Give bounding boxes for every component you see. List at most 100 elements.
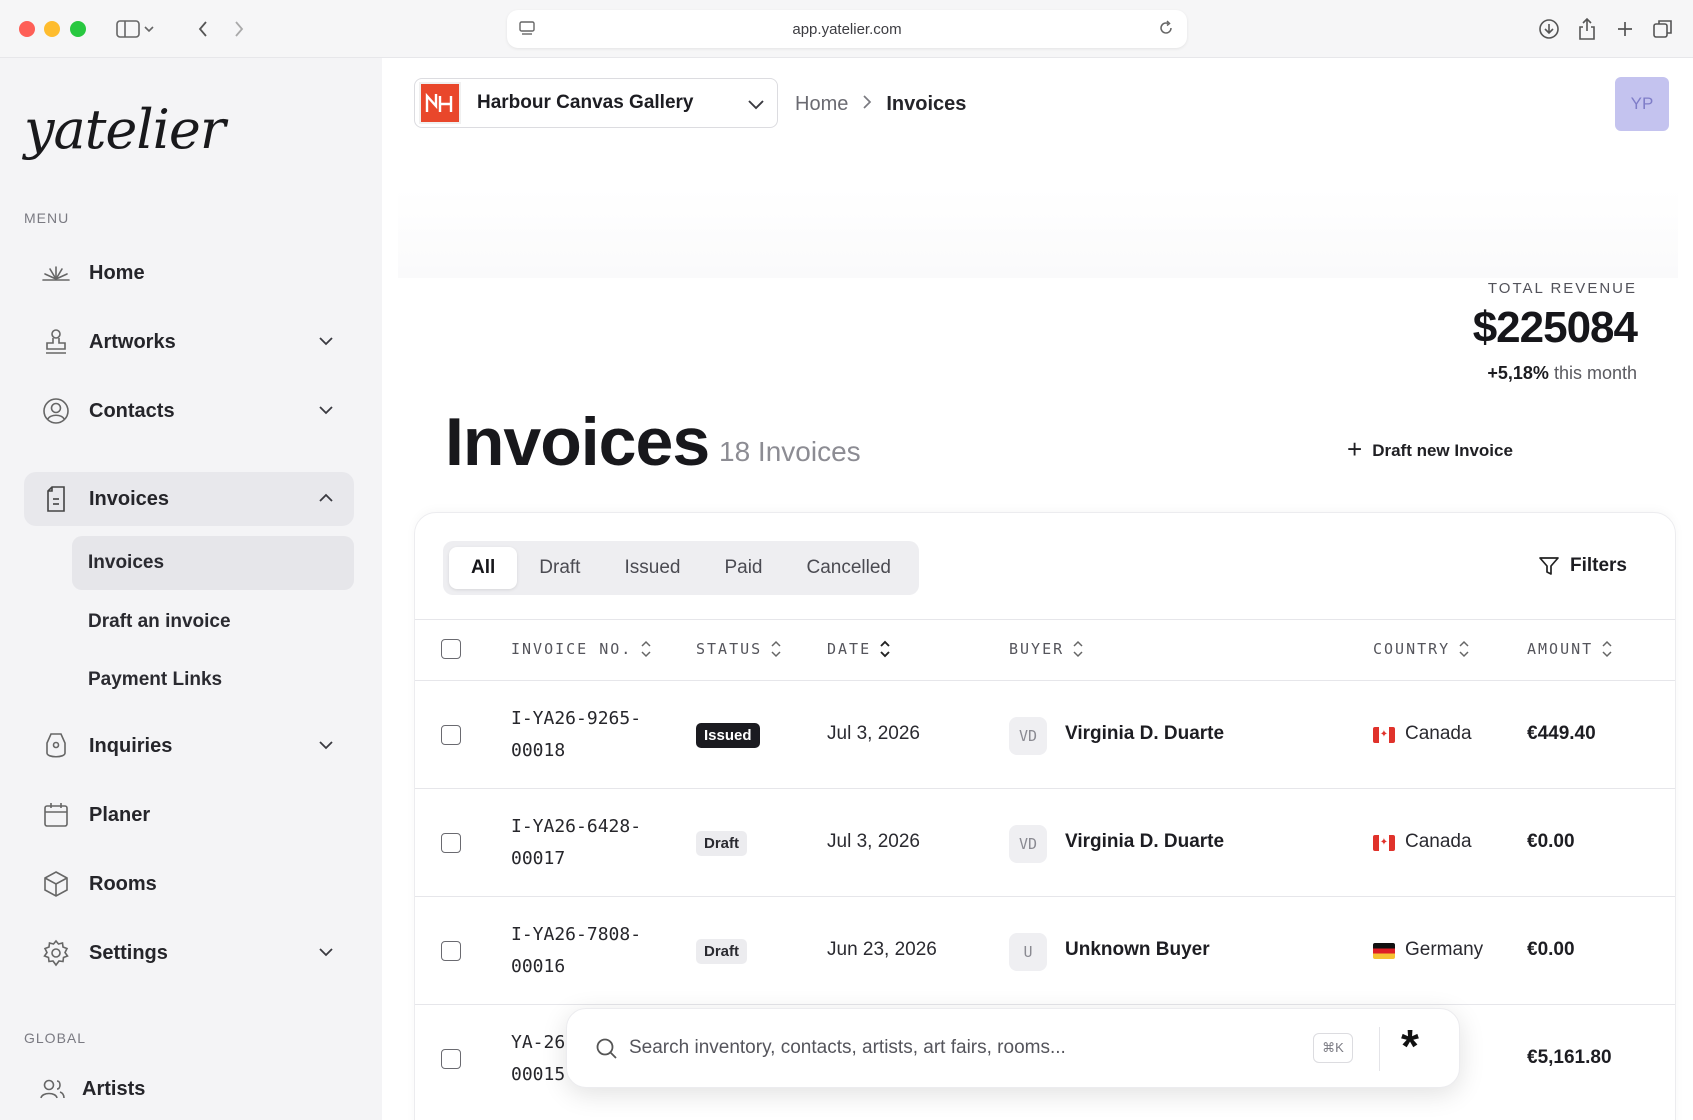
draft-new-invoice-label: Draft new Invoice (1372, 441, 1513, 460)
invoice-amount: €5,161.80 (1527, 1047, 1612, 1068)
search-input[interactable]: Search inventory, contacts, artists, art… (629, 1037, 1066, 1059)
sort-icon (880, 640, 890, 658)
gallery-name: Harbour Canvas Gallery (477, 92, 694, 113)
calendar-icon (41, 800, 71, 830)
column-status[interactable]: STATUS (696, 640, 782, 658)
forward-button[interactable] (224, 13, 254, 45)
filter-icon (1539, 557, 1559, 575)
buyer-avatar: U (1009, 933, 1047, 971)
sidebar-item-label: Contacts (89, 399, 175, 422)
sidebar: yatelier MENU Home Artworks Contacts Inv… (0, 58, 382, 1120)
breadcrumb-current: Invoices (886, 93, 967, 115)
canada-flag-icon: ✦ (1373, 727, 1395, 743)
revenue-change-suffix: this month (1553, 363, 1637, 383)
sidebar-item-label: Invoices (89, 487, 170, 510)
buyer-country: Germany (1405, 939, 1484, 960)
tab-issued[interactable]: Issued (602, 547, 702, 589)
sort-icon (771, 640, 781, 658)
page-settings-icon (519, 21, 535, 35)
downloads-button[interactable] (1534, 13, 1564, 45)
sidebar-subitem-invoices[interactable]: Invoices (72, 536, 354, 590)
global-section-label: GLOBAL (24, 1030, 87, 1046)
sidebar-item-home[interactable]: Home (24, 246, 354, 300)
sidebar-item-artists[interactable]: Artists (24, 1062, 354, 1116)
status-badge: Draft (696, 831, 748, 856)
stamp-icon (41, 327, 71, 357)
table-row[interactable]: I-YA26-7808- 00016 Draft Jun 23, 2026 U … (415, 897, 1675, 1005)
total-revenue-label: TOTAL REVENUE (1487, 280, 1637, 297)
sidebar-subitem-draft-invoice[interactable]: Draft an invoice (72, 595, 354, 649)
app-logo[interactable]: yatelier (24, 98, 226, 161)
sidebar-item-artworks[interactable]: Artworks (24, 315, 354, 369)
invoice-amount: €0.00 (1527, 831, 1575, 852)
buyer-name: Unknown Buyer (1065, 939, 1210, 960)
sort-icon (1459, 640, 1469, 658)
tab-all[interactable]: All (449, 547, 518, 589)
row-checkbox[interactable] (441, 833, 461, 853)
invoice-number: YA-26 00015 (511, 1032, 566, 1085)
gear-icon (41, 938, 71, 968)
sidebar-item-planer[interactable]: Planer (24, 788, 354, 842)
select-all-checkbox[interactable] (441, 639, 461, 659)
url-text: app.yatelier.com (792, 20, 902, 38)
column-date[interactable]: DATE (827, 640, 891, 658)
row-checkbox[interactable] (441, 1049, 461, 1069)
reload-icon[interactable] (1157, 19, 1175, 37)
sidebar-item-label: Inquiries (89, 734, 173, 757)
row-checkbox[interactable] (441, 725, 461, 745)
tab-paid[interactable]: Paid (702, 547, 784, 589)
table-row[interactable]: I-YA26-9265- 00018 Issued Jul 3, 2026 VD… (415, 681, 1675, 789)
chevron-down-icon (319, 337, 333, 346)
sidebar-item-settings[interactable]: Settings (24, 926, 354, 980)
column-amount[interactable]: AMOUNT (1527, 640, 1613, 658)
filters-label: Filters (1569, 555, 1627, 576)
row-checkbox[interactable] (441, 941, 461, 961)
plus-icon (1618, 22, 1632, 36)
tab-draft[interactable]: Draft (517, 547, 602, 589)
minimize-window-button[interactable] (44, 21, 60, 37)
revenue-change-percent: +5,18% (1487, 363, 1549, 383)
main-content: Harbour Canvas Gallery Home Invoices YP … (382, 58, 1693, 1120)
filters-button[interactable]: Filters (1538, 555, 1627, 577)
header-divider (398, 188, 1678, 278)
address-bar[interactable]: app.yatelier.com (507, 10, 1187, 48)
sidebar-item-label: Rooms (89, 872, 157, 895)
back-button[interactable] (188, 13, 218, 45)
germany-flag-icon (1373, 943, 1395, 959)
table-header: INVOICE NO. STATUS DATE BUYER COUNTRY AM… (415, 619, 1675, 681)
buyer-avatar: VD (1009, 825, 1047, 863)
new-tab-button[interactable] (1610, 13, 1640, 45)
invoice-number: I-YA26-9265- 00018 (511, 708, 642, 761)
tab-cancelled[interactable]: Cancelled (784, 547, 913, 589)
sidebar-toggle-button[interactable] (110, 13, 162, 45)
tag-icon (41, 731, 71, 761)
close-window-button[interactable] (19, 21, 35, 37)
sidebar-item-contacts[interactable]: Contacts (24, 384, 354, 438)
global-search-bar[interactable]: Search inventory, contacts, artists, art… (566, 1008, 1460, 1088)
sidebar-item-label: Artworks (89, 330, 176, 353)
buyer-country: Canada (1405, 831, 1472, 852)
invoice-number: I-YA26-7808- 00016 (511, 924, 642, 977)
table-row[interactable]: I-YA26-6428- 00017 Draft Jul 3, 2026 VD … (415, 789, 1675, 897)
tab-overview-button[interactable] (1648, 13, 1678, 45)
gallery-switcher[interactable]: Harbour Canvas Gallery (414, 78, 778, 128)
column-buyer[interactable]: BUYER (1009, 640, 1084, 658)
sidebar-item-label: Planer (89, 803, 151, 826)
breadcrumb-home[interactable]: Home (795, 93, 848, 116)
invoice-amount: €0.00 (1527, 939, 1575, 960)
asterisk-ai-icon[interactable]: * (1401, 1023, 1419, 1069)
sidebar-item-inquiries[interactable]: Inquiries (24, 719, 354, 773)
draft-new-invoice-button[interactable]: + Draft new Invoice (1347, 434, 1513, 468)
zoom-window-button[interactable] (70, 21, 86, 37)
invoice-number: I-YA26-6428- 00017 (511, 816, 642, 869)
user-avatar[interactable]: YP (1615, 77, 1669, 131)
invoice-amount: €449.40 (1527, 723, 1596, 744)
column-country[interactable]: COUNTRY (1373, 640, 1470, 658)
share-button[interactable] (1572, 13, 1602, 45)
buyer-name: Virginia D. Duarte (1065, 831, 1225, 852)
column-invoice-no[interactable]: INVOICE NO. (511, 640, 652, 658)
total-revenue-value: $225084 (1472, 303, 1638, 352)
sidebar-item-rooms[interactable]: Rooms (24, 857, 354, 911)
sidebar-item-invoices[interactable]: Invoices (24, 472, 354, 526)
sidebar-subitem-payment-links[interactable]: Payment Links (72, 653, 354, 707)
